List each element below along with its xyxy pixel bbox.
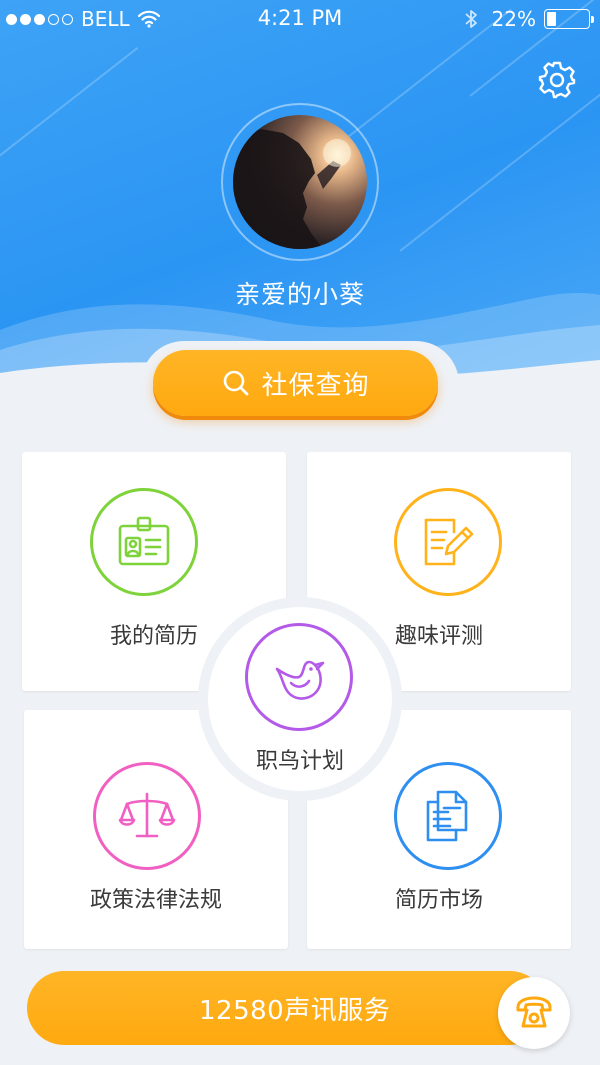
gear-icon[interactable]: [537, 60, 577, 100]
decorative-streak: [0, 47, 139, 172]
battery-icon: [544, 9, 594, 29]
hotline-service-bar[interactable]: 12580声讯服务: [27, 971, 547, 1045]
battery-percent: 22%: [491, 7, 536, 31]
username: 亲爱的小葵: [234, 280, 365, 309]
bluetooth-icon: [464, 10, 477, 28]
scales-icon: [118, 792, 176, 838]
decorative-streak: [399, 90, 600, 252]
pencil-document-icon: [424, 518, 474, 566]
card-label: 简历市场: [394, 888, 483, 913]
icon-circle: [93, 762, 201, 870]
icon-circle: [245, 623, 353, 731]
documents-icon: [426, 790, 468, 842]
status-right: 22%: [464, 7, 594, 31]
query-label: 社保查询: [261, 370, 370, 401]
telephone-icon: [516, 996, 552, 1028]
card-bird-plan[interactable]: 职鸟计划: [208, 607, 392, 791]
service-label: 12580声讯服务: [199, 995, 391, 1026]
avatar[interactable]: [233, 115, 367, 249]
id-badge-icon: [118, 516, 170, 566]
icon-circle: [90, 488, 198, 596]
call-button[interactable]: [498, 977, 570, 1049]
avatar-silhouette: [233, 115, 351, 249]
battery-fill: [547, 12, 556, 26]
icon-circle: [394, 488, 502, 596]
card-label: 职鸟计划: [255, 749, 344, 774]
status-bar: BELL 4:21 PM 22%: [0, 0, 600, 40]
search-icon: [224, 370, 249, 396]
social-security-query-button[interactable]: 社保查询: [153, 350, 438, 416]
card-label: 政策法律法规: [89, 888, 222, 913]
bird-icon: [275, 660, 325, 700]
profile-header: BELL 4:21 PM 22% 亲爱的小葵: [0, 0, 600, 385]
icon-circle: [394, 762, 502, 870]
